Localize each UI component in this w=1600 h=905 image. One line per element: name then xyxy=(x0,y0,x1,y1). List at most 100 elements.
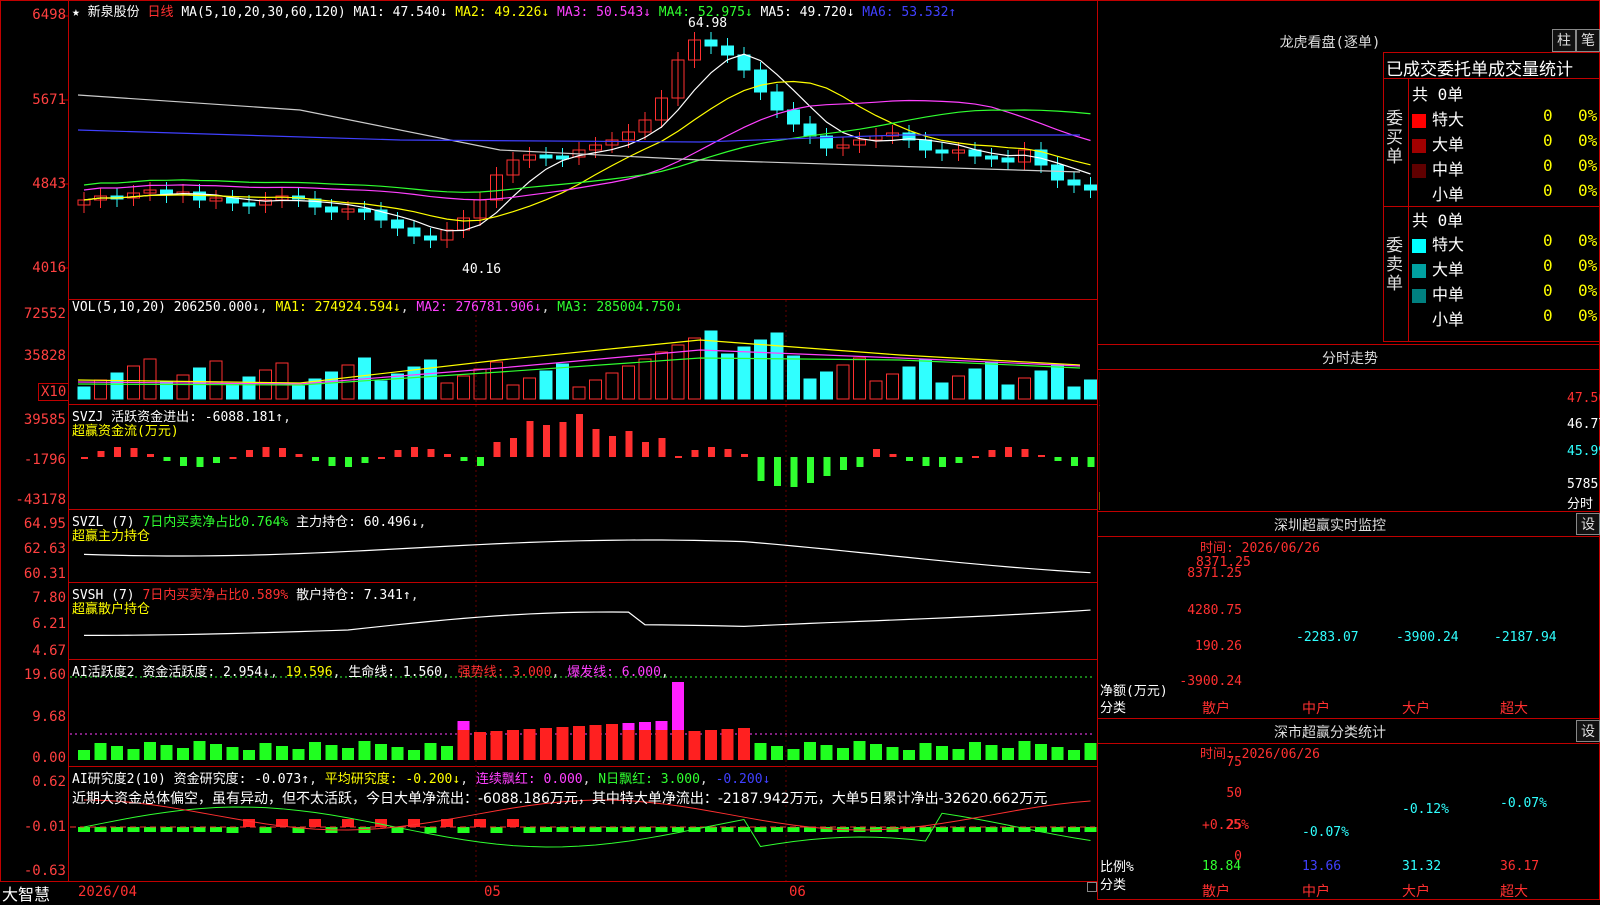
ai1-bar xyxy=(771,746,783,760)
lock-icon[interactable] xyxy=(1087,882,1097,892)
sell-row: 小单 xyxy=(1412,306,1464,330)
tick-mode-button[interactable]: 笔 xyxy=(1576,29,1600,52)
svzj-tick: -43178 xyxy=(15,492,66,508)
candle xyxy=(391,219,404,229)
vol-ma1: MA1: 274924.594↓ xyxy=(275,300,401,315)
ai2-bar xyxy=(985,827,998,832)
ma6-value: MA6: 53.532↑ xyxy=(862,5,957,20)
sell-row: 特大 xyxy=(1412,231,1464,255)
candle xyxy=(226,197,239,204)
ai2-bar xyxy=(771,827,783,832)
svzj-bar xyxy=(675,456,682,458)
volume-bar xyxy=(506,384,520,400)
volume-bar xyxy=(457,375,470,400)
candle xyxy=(556,155,569,160)
ai1-header: AI活跃度2 资金活跃度: 2.954↓, 19.596, 生命线: 1.560… xyxy=(72,665,669,680)
ai2-bar xyxy=(259,827,272,833)
sell-row: 大单 xyxy=(1412,256,1464,280)
ai1-bar xyxy=(441,746,453,760)
buy-swatch xyxy=(1412,138,1426,153)
sz-axis-label2: 分类 xyxy=(1100,701,1127,716)
svzj-bar xyxy=(790,457,798,487)
vol-value: 206250.000↓ xyxy=(173,300,260,315)
ai2-bar xyxy=(622,827,635,832)
volume-bar xyxy=(737,346,751,400)
volume-bar xyxy=(1001,384,1015,400)
sz-time: 时间: 2026/06/26 xyxy=(1200,541,1320,556)
sell-swatch xyxy=(1412,238,1426,253)
candle xyxy=(1067,179,1081,186)
stats-vdivider xyxy=(1408,78,1409,342)
order-stats-title: 已成交委托单成交量统计 xyxy=(1386,60,1573,80)
candle xyxy=(325,206,338,213)
period-label[interactable]: 日线 xyxy=(148,5,174,20)
ai1-bar xyxy=(342,748,354,760)
volume-bar xyxy=(787,355,800,400)
ai1-burst-bar xyxy=(457,721,470,730)
ai2-research: 资金研究度: -0.073↑ xyxy=(173,772,310,787)
svzj-bar xyxy=(906,457,913,461)
ai2-bar xyxy=(78,827,90,832)
ai1-label: AI活跃度2 xyxy=(72,665,135,680)
svzj-bar xyxy=(543,425,550,457)
volume-bar xyxy=(226,383,239,400)
svzj-bar xyxy=(262,447,270,457)
ai1-bar xyxy=(936,746,948,760)
svzj-bar xyxy=(1021,449,1029,457)
buy-row-pct: 0% xyxy=(1578,156,1598,175)
buy-row: 小单 xyxy=(1412,181,1464,205)
ai2-bar xyxy=(1084,827,1097,832)
ai2-bar xyxy=(226,827,239,833)
buy-row-qty: 0 xyxy=(1543,181,1553,200)
ai1-bar xyxy=(1051,747,1064,760)
volume-bar xyxy=(209,360,223,400)
svzj-bar xyxy=(592,429,600,457)
sell-row-pct: 0% xyxy=(1578,256,1598,275)
svzl-tick: 64.95 xyxy=(23,516,66,532)
sz-category-label: 超大 xyxy=(1500,701,1528,717)
sz-settings-button[interactable]: 设 xyxy=(1576,513,1600,535)
ai2-bar xyxy=(556,827,569,832)
ai1-bar xyxy=(78,750,90,760)
buy-swatch xyxy=(1412,189,1426,203)
ai1-bar xyxy=(589,725,602,760)
volume-bar xyxy=(1051,363,1064,400)
svsh-line xyxy=(83,609,1091,636)
price-tick: 5671 xyxy=(32,92,66,108)
volume-bar xyxy=(803,378,817,400)
svzj-bar xyxy=(741,454,748,457)
svzj-bar xyxy=(295,454,303,457)
ai2-bar xyxy=(952,827,965,832)
volume-bar xyxy=(143,358,157,400)
ai1-bar xyxy=(490,731,503,760)
favorite-star-icon[interactable]: ★ xyxy=(72,5,80,20)
cl-settings-button[interactable]: 设 xyxy=(1576,720,1600,742)
ai1-burst-bar xyxy=(622,723,635,730)
sz-value-label: -2283.07 xyxy=(1296,630,1359,645)
bar-mode-button[interactable]: 柱 xyxy=(1552,29,1576,52)
cl-value-label: 31.32 xyxy=(1402,859,1442,874)
buy-row: 大单 xyxy=(1412,131,1464,155)
vol-tick: 72552 xyxy=(23,306,66,322)
volume-bar xyxy=(407,366,421,400)
stats-divider xyxy=(1383,78,1600,79)
buy-row-qty: 0 xyxy=(1543,156,1553,175)
ai2-bar xyxy=(1002,827,1014,832)
candle xyxy=(721,45,734,56)
volume-bar xyxy=(671,344,685,400)
sell-row: 中单 xyxy=(1412,281,1464,305)
cl-change-label: +0.25% xyxy=(1202,818,1249,833)
cl-category-label: 超大 xyxy=(1500,884,1528,900)
ai1-bar xyxy=(226,747,239,760)
sell-row-qty: 0 xyxy=(1543,256,1553,275)
sell-row-name: 小单 xyxy=(1432,310,1465,329)
sell-order-label: 委卖单 xyxy=(1386,236,1403,294)
ai2-bar xyxy=(160,827,173,832)
sell-row-name: 大单 xyxy=(1432,260,1465,279)
svzj-bar xyxy=(279,448,286,457)
ai2-bar xyxy=(94,827,107,832)
ai2-cont-red: 连续飘红: 0.000 xyxy=(475,772,583,787)
buy-row: 中单 xyxy=(1412,156,1464,180)
svzj-bar xyxy=(81,457,88,459)
cl-axis-label: 比例% xyxy=(1100,860,1134,875)
